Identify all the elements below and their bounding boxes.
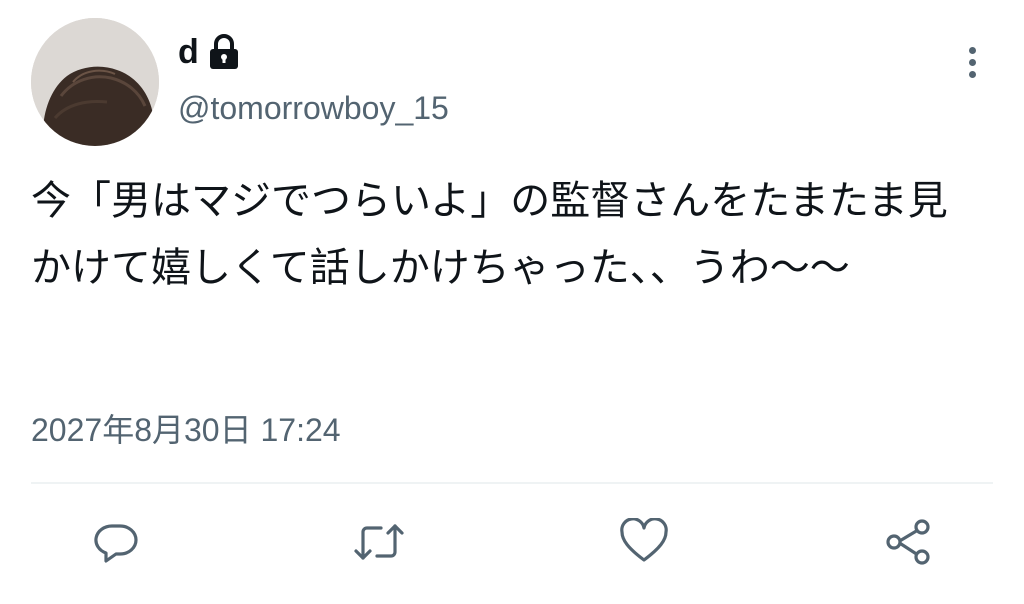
retweet-icon [354, 524, 404, 560]
heart-icon [620, 518, 668, 562]
lock-icon [207, 34, 241, 70]
avatar[interactable] [31, 18, 159, 146]
display-name[interactable]: d [178, 30, 199, 74]
tweet-text: 今「男はマジでつらいよ」の監督さんをたまたま見かけて嬉しくて話しかけちゃった、、… [31, 178, 948, 291]
reply-icon [94, 524, 138, 563]
like-button[interactable] [612, 510, 676, 574]
more-icon-dot [968, 70, 976, 78]
retweet-button[interactable] [347, 510, 411, 574]
avatar-photo [31, 18, 159, 146]
more-options-button[interactable] [955, 40, 989, 84]
divider [31, 482, 993, 484]
more-icon-dot [968, 58, 976, 66]
tweet-detail: d @tomorrowboy_15 今「男はマジでつらいよ」の監督さんをたまたま… [0, 0, 1024, 604]
tweet-timestamp[interactable]: 2027年8月30日 17:24 [31, 408, 341, 452]
user-name-row: d [178, 30, 241, 74]
reply-button[interactable] [84, 510, 148, 574]
share-button[interactable] [876, 510, 940, 574]
share-icon [886, 519, 930, 565]
more-icon-dot [968, 46, 976, 54]
action-bar [0, 510, 1024, 574]
user-handle[interactable]: @tomorrowboy_15 [178, 86, 449, 130]
